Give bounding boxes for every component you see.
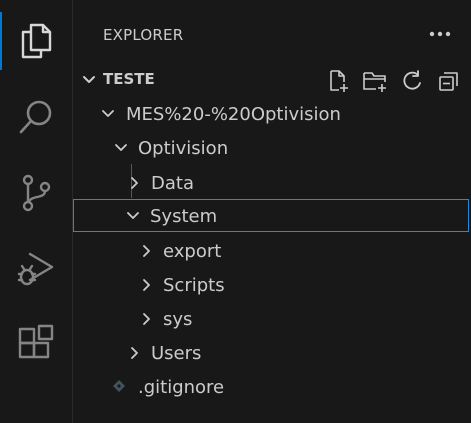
search-icon[interactable] [14,95,58,139]
chevron-right-icon [126,175,142,195]
workspace-title: TESTE [103,70,155,88]
chevron-right-icon [126,345,142,365]
new-file-icon[interactable] [319,68,356,94]
collapse-all-icon[interactable] [430,68,467,94]
sidebar-title: EXPLORER [103,26,184,44]
tree-item-folder[interactable]: sys [73,302,469,335]
tree-item-label: Data [151,173,194,194]
tree-item-folder[interactable]: MES%20-%20Optivision [73,97,469,130]
tree-item-folder[interactable]: export [73,234,469,267]
refresh-icon[interactable] [393,68,430,94]
workspace-actions [319,68,467,94]
tree-item-label: .gitignore [138,377,225,398]
tree-item-label: Optivision [138,138,229,159]
chevron-right-icon [138,243,154,263]
tree-item-folder[interactable]: Data [73,166,469,199]
chevron-down-icon [81,72,97,92]
active-indicator [0,12,2,70]
explorer-icon[interactable] [14,19,58,63]
run-debug-icon[interactable] [14,246,58,290]
activity-bar [0,0,73,423]
tree-item-label: System [150,206,218,227]
chevron-right-icon [138,277,154,297]
tree-item-folder[interactable]: Users [73,336,469,369]
tree-item-label: MES%20-%20Optivision [126,104,341,125]
chevron-down-icon [125,208,141,228]
tree-item-folder[interactable]: Optivision [73,131,469,164]
new-folder-icon[interactable] [356,68,393,94]
tree-item-label: export [163,241,222,262]
chevron-right-icon [138,311,154,331]
tree-item-folder-selected[interactable]: System [73,199,469,232]
tree-item-label: Scripts [163,275,225,296]
tree-item-label: sys [163,309,193,330]
more-actions-button[interactable] [427,22,453,46]
chevron-down-icon [100,106,116,126]
source-control-icon[interactable] [14,171,58,215]
tree-item-file[interactable]: .gitignore [73,370,469,403]
git-file-icon [112,378,126,397]
explorer-sidebar: EXPLORER TESTE MES%20-%20Optivision Opti… [73,0,471,423]
chevron-down-icon [113,140,129,160]
tree-item-label: Users [151,343,202,364]
workspace-section-header[interactable]: TESTE [73,64,471,96]
tree-item-folder[interactable]: Scripts [73,268,469,301]
extensions-icon[interactable] [14,321,58,365]
